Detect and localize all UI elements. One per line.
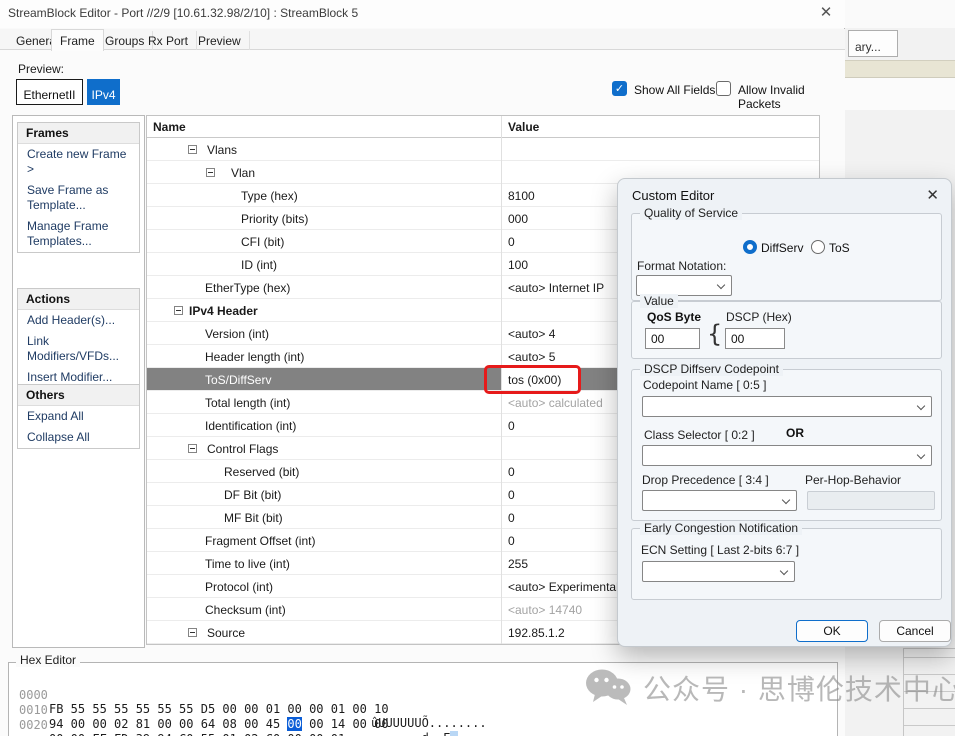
show-all-fields-checkbox[interactable]: ✓ bbox=[612, 81, 627, 96]
chevron-down-icon bbox=[917, 402, 925, 410]
sidebar-item-save-frame-as-template[interactable]: Save Frame as Template... bbox=[18, 180, 139, 216]
frames-section: Frames Create new Frame > Save Frame as … bbox=[17, 122, 140, 253]
preview-label: Preview: bbox=[18, 62, 64, 76]
selected-byte: 00 bbox=[287, 717, 301, 731]
close-icon[interactable]: ✕ bbox=[815, 3, 837, 21]
early-congestion-notification-group: Early Congestion Notification ECN Settin… bbox=[631, 528, 942, 600]
background-panel bbox=[845, 78, 955, 110]
selected-byte-ascii: . bbox=[450, 731, 457, 736]
tab-bar: General Frame Groups Rx Port Preview bbox=[0, 29, 845, 50]
ecn-setting-select[interactable]: 00 : not-ECT bbox=[642, 561, 795, 582]
ethernetii-button[interactable]: EthernetII bbox=[16, 79, 83, 105]
tos-radio[interactable] bbox=[811, 240, 825, 254]
per-hop-behavior-input bbox=[807, 491, 935, 510]
drop-precedence-label: Drop Precedence [ 3:4 ] bbox=[642, 473, 769, 487]
dscp-hex-label: DSCP (Hex) bbox=[726, 310, 792, 324]
chevron-down-icon bbox=[782, 496, 790, 504]
format-notation-select[interactable]: Hexadecimal bbox=[636, 275, 732, 296]
chevron-down-icon bbox=[717, 281, 725, 289]
quality-of-service-group: Quality of Service DiffServ ToS Format N… bbox=[631, 213, 942, 301]
hex-editor-label: Hex Editor bbox=[16, 653, 80, 667]
chevron-down-icon bbox=[780, 567, 788, 575]
sidebar-item-create-new-frame[interactable]: Create new Frame > bbox=[18, 144, 139, 180]
column-header-name: Name bbox=[153, 120, 186, 134]
class-selector-select[interactable]: 000000 : default bbox=[642, 445, 932, 466]
diffserv-radio-label: DiffServ bbox=[761, 241, 803, 255]
or-label: OR bbox=[786, 426, 804, 440]
dscp-diffserv-codepoint-group: DSCP Diffserv Codepoint Codepoint Name [… bbox=[631, 369, 942, 521]
ecn-setting-label: ECN Setting [ Last 2-bits 6:7 ] bbox=[641, 543, 799, 557]
sidebar-item-add-headers[interactable]: Add Header(s)... bbox=[18, 310, 139, 331]
collapse-icon[interactable] bbox=[206, 168, 215, 177]
actions-section: Actions Add Header(s)... Link Modifiers/… bbox=[17, 288, 140, 389]
column-header-value: Value bbox=[508, 120, 539, 134]
watermark: 公众号 · 思博伦技术中心 bbox=[585, 668, 955, 708]
allow-invalid-packets-checkbox[interactable] bbox=[716, 81, 731, 96]
collapse-icon[interactable] bbox=[174, 306, 183, 315]
collapse-icon[interactable] bbox=[188, 444, 197, 453]
dscp-hex-input[interactable] bbox=[725, 328, 785, 349]
tab-rx-port[interactable]: Rx Port bbox=[140, 31, 197, 50]
codepoint-name-select[interactable]: default : Best Effort bbox=[642, 396, 932, 417]
allow-invalid-packets-label: Allow Invalid Packets bbox=[738, 83, 845, 111]
sidebar-item-manage-frame-templates[interactable]: Manage Frame Templates... bbox=[18, 216, 139, 252]
collapse-icon[interactable] bbox=[188, 628, 197, 637]
class-selector-label: Class Selector [ 0:2 ] bbox=[644, 428, 755, 442]
ok-button[interactable]: OK bbox=[796, 620, 868, 642]
codepoint-name-label: Codepoint Name [ 0:5 ] bbox=[643, 378, 766, 392]
frames-section-title: Frames bbox=[18, 123, 139, 144]
value-group: Value QoS Byte DSCP (Hex) { bbox=[631, 301, 942, 359]
background-header-bar bbox=[845, 60, 955, 78]
collapse-icon[interactable] bbox=[188, 145, 197, 154]
tos-radio-label: ToS bbox=[829, 241, 850, 255]
custom-editor-dialog: Custom Editor ✕ Quality of Service DiffS… bbox=[617, 178, 952, 647]
chevron-down-icon bbox=[917, 451, 925, 459]
others-section: Others Expand All Collapse All bbox=[17, 384, 140, 449]
brace-glyph: { bbox=[707, 320, 722, 348]
background-window-top bbox=[845, 0, 955, 28]
qos-byte-input[interactable] bbox=[645, 328, 700, 349]
ipv4-button[interactable]: IPv4 bbox=[87, 79, 120, 105]
table-header: Name Value bbox=[147, 116, 819, 138]
titlebar: StreamBlock Editor - Port //2/9 [10.61.3… bbox=[0, 0, 845, 28]
cancel-button[interactable]: Cancel bbox=[879, 620, 951, 642]
others-section-title: Others bbox=[18, 385, 139, 406]
sidebar-item-link-modifiers-vfds[interactable]: Link Modifiers/VFDs... bbox=[18, 331, 139, 367]
drop-precedence-select[interactable]: 0 : Undefined bbox=[642, 490, 797, 511]
diffserv-radio[interactable] bbox=[743, 240, 757, 254]
tab-frame[interactable]: Frame bbox=[51, 29, 104, 51]
show-all-fields-label: Show All Fields bbox=[634, 83, 715, 97]
format-notation-label: Format Notation: bbox=[637, 259, 726, 273]
wechat-icon bbox=[585, 668, 631, 708]
background-partial-button[interactable]: ary... bbox=[848, 30, 898, 57]
per-hop-behavior-label: Per-Hop-Behavior bbox=[805, 473, 901, 487]
annotation-highlight-box bbox=[484, 365, 581, 394]
dialog-title: Custom Editor bbox=[632, 188, 714, 203]
sidebar: Frames Create new Frame > Save Frame as … bbox=[12, 115, 145, 648]
tab-preview[interactable]: Preview bbox=[190, 31, 250, 50]
close-icon[interactable]: ✕ bbox=[926, 186, 939, 204]
watermark-text: 公众号 · 思博伦技术中心 bbox=[643, 668, 955, 708]
actions-section-title: Actions bbox=[18, 289, 139, 310]
sidebar-item-expand-all[interactable]: Expand All bbox=[18, 406, 139, 427]
sidebar-item-collapse-all[interactable]: Collapse All bbox=[18, 427, 139, 448]
qos-byte-label: QoS Byte bbox=[647, 310, 701, 324]
table-row-vlans[interactable]: Vlans bbox=[147, 138, 819, 161]
window-title: StreamBlock Editor - Port //2/9 [10.61.3… bbox=[8, 6, 358, 20]
